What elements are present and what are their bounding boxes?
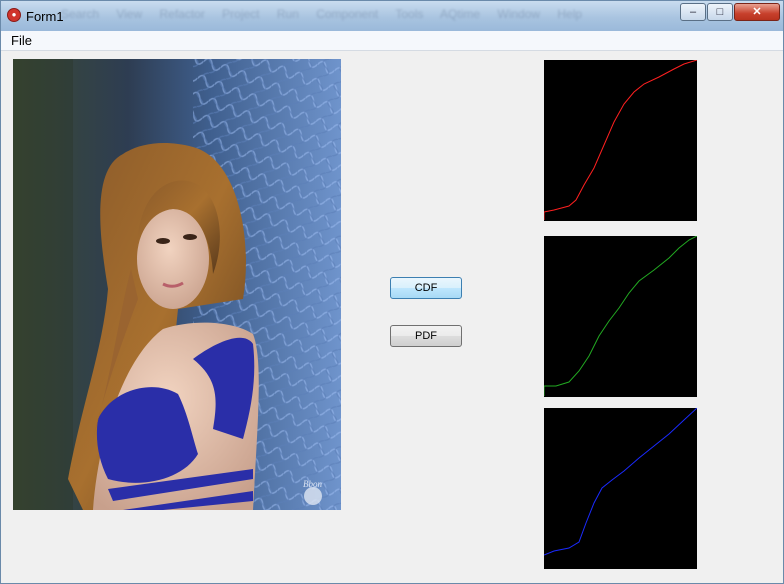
close-button[interactable]: ✕	[734, 3, 780, 21]
red-channel-plot	[544, 60, 697, 221]
cdf-button[interactable]: CDF	[390, 277, 462, 299]
red-curve-svg	[544, 60, 697, 220]
app-icon: ●	[7, 8, 21, 22]
window-title: Form1	[26, 9, 64, 24]
blue-curve-svg	[544, 408, 697, 556]
blue-channel-plot	[544, 408, 697, 569]
title-bar[interactable]: Search View Refactor Project Run Compone…	[1, 1, 783, 31]
minimize-button[interactable]: ‒	[680, 3, 706, 21]
svg-text:Bbon: Bbon	[303, 479, 322, 489]
menu-bar: File	[1, 31, 783, 51]
blue-cdf-curve	[544, 408, 697, 556]
image-view: Bbon	[13, 59, 341, 510]
green-cdf-curve	[544, 236, 697, 396]
portrait-image: Bbon	[13, 59, 341, 510]
green-curve-svg	[544, 236, 697, 396]
pdf-button[interactable]: PDF	[390, 325, 462, 347]
menu-file[interactable]: File	[11, 33, 32, 48]
green-channel-plot	[544, 236, 697, 397]
background-ide-menu: Search View Refactor Project Run Compone…	[61, 7, 583, 21]
app-window: Search View Refactor Project Run Compone…	[0, 0, 784, 584]
red-cdf-curve	[544, 60, 697, 220]
maximize-button[interactable]: □	[707, 3, 733, 21]
